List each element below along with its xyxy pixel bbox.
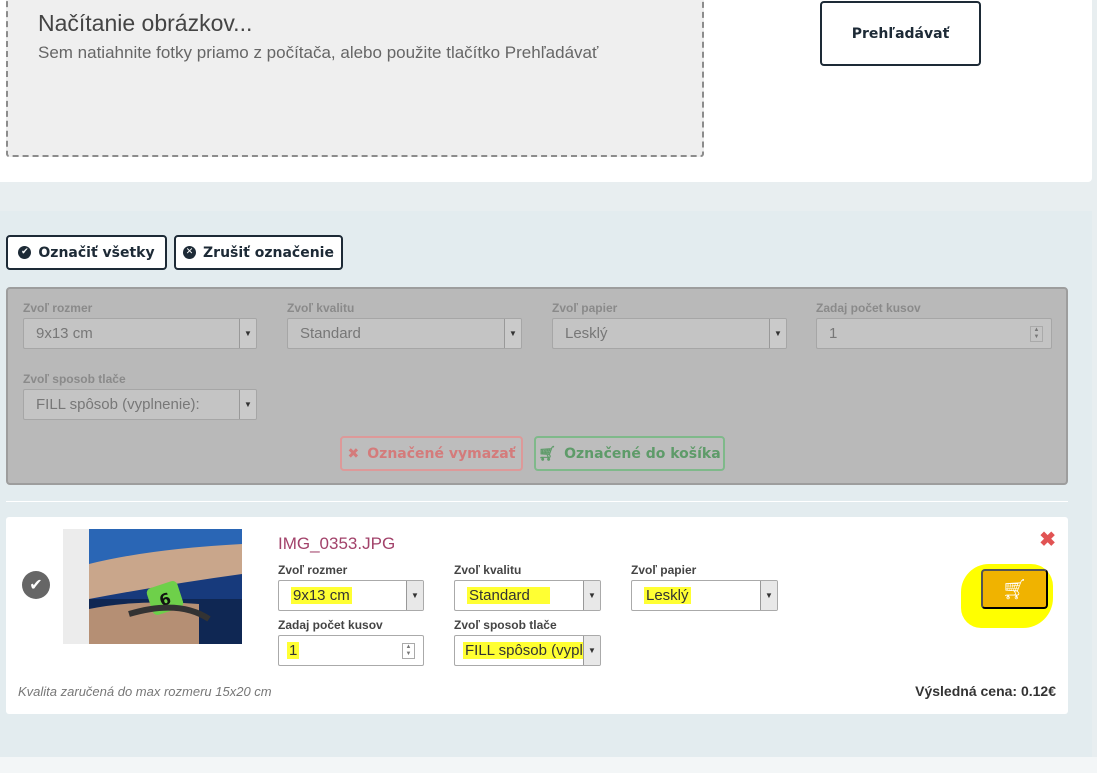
bulk-quality-value: Standard: [300, 325, 361, 342]
item-size-select[interactable]: 9x13 cm ▼: [278, 580, 424, 611]
cart-icon: 🛒︎: [538, 445, 557, 462]
item-count-input[interactable]: 1 ▲ ▼: [278, 635, 424, 666]
bulk-count-input[interactable]: 1 ▲ ▼: [816, 318, 1052, 349]
bulk-paper-value: Lesklý: [565, 325, 608, 342]
bulk-paper-label: Zvoľ papier: [552, 301, 618, 315]
bulk-size-select[interactable]: 9x13 cm ▼: [23, 318, 257, 349]
add-selected-label: Označené do košíka: [564, 445, 721, 462]
x-circle-icon: ✕: [183, 246, 197, 259]
bulk-quality-select[interactable]: Standard ▼: [287, 318, 522, 349]
bulk-method-value: FILL spôsob (vyplnenie):: [36, 396, 200, 413]
final-price: Výsledná cena: 0.12€: [915, 683, 1056, 699]
delete-selected-button[interactable]: ✖ Označené vymazať: [340, 436, 523, 471]
item-count-value: 1: [287, 642, 300, 659]
item-paper-label: Zvoľ papier: [631, 563, 697, 577]
bulk-count-label: Zadaj počet kusov: [816, 301, 921, 315]
chevron-down-icon: ▼: [760, 581, 777, 610]
item-quality-select[interactable]: Standard ▼: [454, 580, 601, 611]
item-size-value: 9x13 cm: [291, 587, 352, 604]
bulk-paper-select[interactable]: Lesklý ▼: [552, 318, 787, 349]
divider: [6, 501, 1068, 502]
upload-section: Načítanie obrázkov... Sem natiahnite fot…: [0, 0, 1092, 182]
quality-note: Kvalita zaručená do max rozmeru 15x20 cm: [18, 684, 272, 699]
chevron-down-icon: ▼: [239, 319, 256, 348]
cart-icon: 🛒︎: [1001, 578, 1028, 601]
select-all-label: Označiť všetky: [38, 244, 155, 261]
bulk-size-label: Zvoľ rozmer: [23, 301, 93, 315]
stepper-icon[interactable]: ▲ ▼: [1030, 326, 1043, 342]
item-method-select[interactable]: FILL spôsob (vypl ▼: [454, 635, 601, 666]
item-count-label: Zadaj počet kusov: [278, 618, 383, 632]
chevron-down-icon: ▼: [769, 319, 786, 348]
item-size-label: Zvoľ rozmer: [278, 563, 348, 577]
bulk-count-value: 1: [829, 325, 838, 342]
stepper-icon[interactable]: ▲ ▼: [402, 643, 415, 659]
photo-filename: IMG_0353.JPG: [278, 534, 396, 553]
chevron-down-icon: ▼: [504, 319, 521, 348]
drop-zone-hint: Sem natiahnite fotky priamo z počítača, …: [38, 43, 599, 62]
remove-icon[interactable]: ✖: [1039, 527, 1056, 552]
add-to-cart-button[interactable]: 🛒︎: [981, 569, 1048, 609]
bulk-size-value: 9x13 cm: [36, 325, 93, 342]
item-quality-label: Zvoľ kvalitu: [454, 563, 522, 577]
photo-thumbnail-frame: 6: [63, 529, 242, 644]
bulk-method-label: Zvoľ sposob tlače: [23, 372, 126, 386]
chevron-down-icon: ▼: [239, 390, 256, 419]
browse-button[interactable]: Prehľadávať: [820, 1, 981, 66]
photo-thumbnail[interactable]: 6: [89, 529, 242, 644]
deselect-label: Zrušiť označenie: [203, 244, 334, 261]
close-icon: ✖: [347, 445, 360, 462]
drop-zone-title: Načítanie obrázkov...: [38, 10, 253, 36]
delete-selected-label: Označené vymazať: [367, 445, 516, 462]
item-paper-value: Lesklý: [644, 587, 691, 604]
chevron-down-icon: ▼: [583, 581, 600, 610]
chevron-down-icon: ▼: [583, 636, 600, 665]
bulk-quality-label: Zvoľ kvalitu: [287, 301, 355, 315]
drop-zone[interactable]: Načítanie obrázkov... Sem natiahnite fot…: [6, 0, 704, 157]
item-quality-value: Standard: [467, 587, 550, 604]
select-all-button[interactable]: ✔ Označiť všetky: [6, 235, 167, 270]
bulk-edit-panel: Zvoľ rozmer 9x13 cm ▼ Zvoľ kvalitu Stand…: [6, 287, 1068, 485]
checked-circle-icon[interactable]: ✔: [22, 571, 50, 599]
price-label: Výsledná cena:: [915, 683, 1018, 699]
add-selected-to-cart-button[interactable]: 🛒︎ Označené do košíka: [534, 436, 725, 471]
check-circle-icon: ✔: [18, 246, 32, 259]
photo-item-card: ✔ 6 IMG_0353.JPG ✖ Zvoľ rozmer 9x13 cm ▼…: [6, 517, 1068, 714]
bulk-method-select[interactable]: FILL spôsob (vyplnenie): ▼: [23, 389, 257, 420]
page-bottom-strip: [0, 757, 1097, 773]
item-paper-select[interactable]: Lesklý ▼: [631, 580, 778, 611]
chevron-down-icon: ▼: [406, 581, 423, 610]
item-method-label: Zvoľ sposob tlače: [454, 618, 557, 632]
price-value: 0.12€: [1020, 683, 1056, 699]
item-method-value: FILL spôsob (vypl: [463, 642, 585, 659]
deselect-button[interactable]: ✕ Zrušiť označenie: [174, 235, 343, 270]
